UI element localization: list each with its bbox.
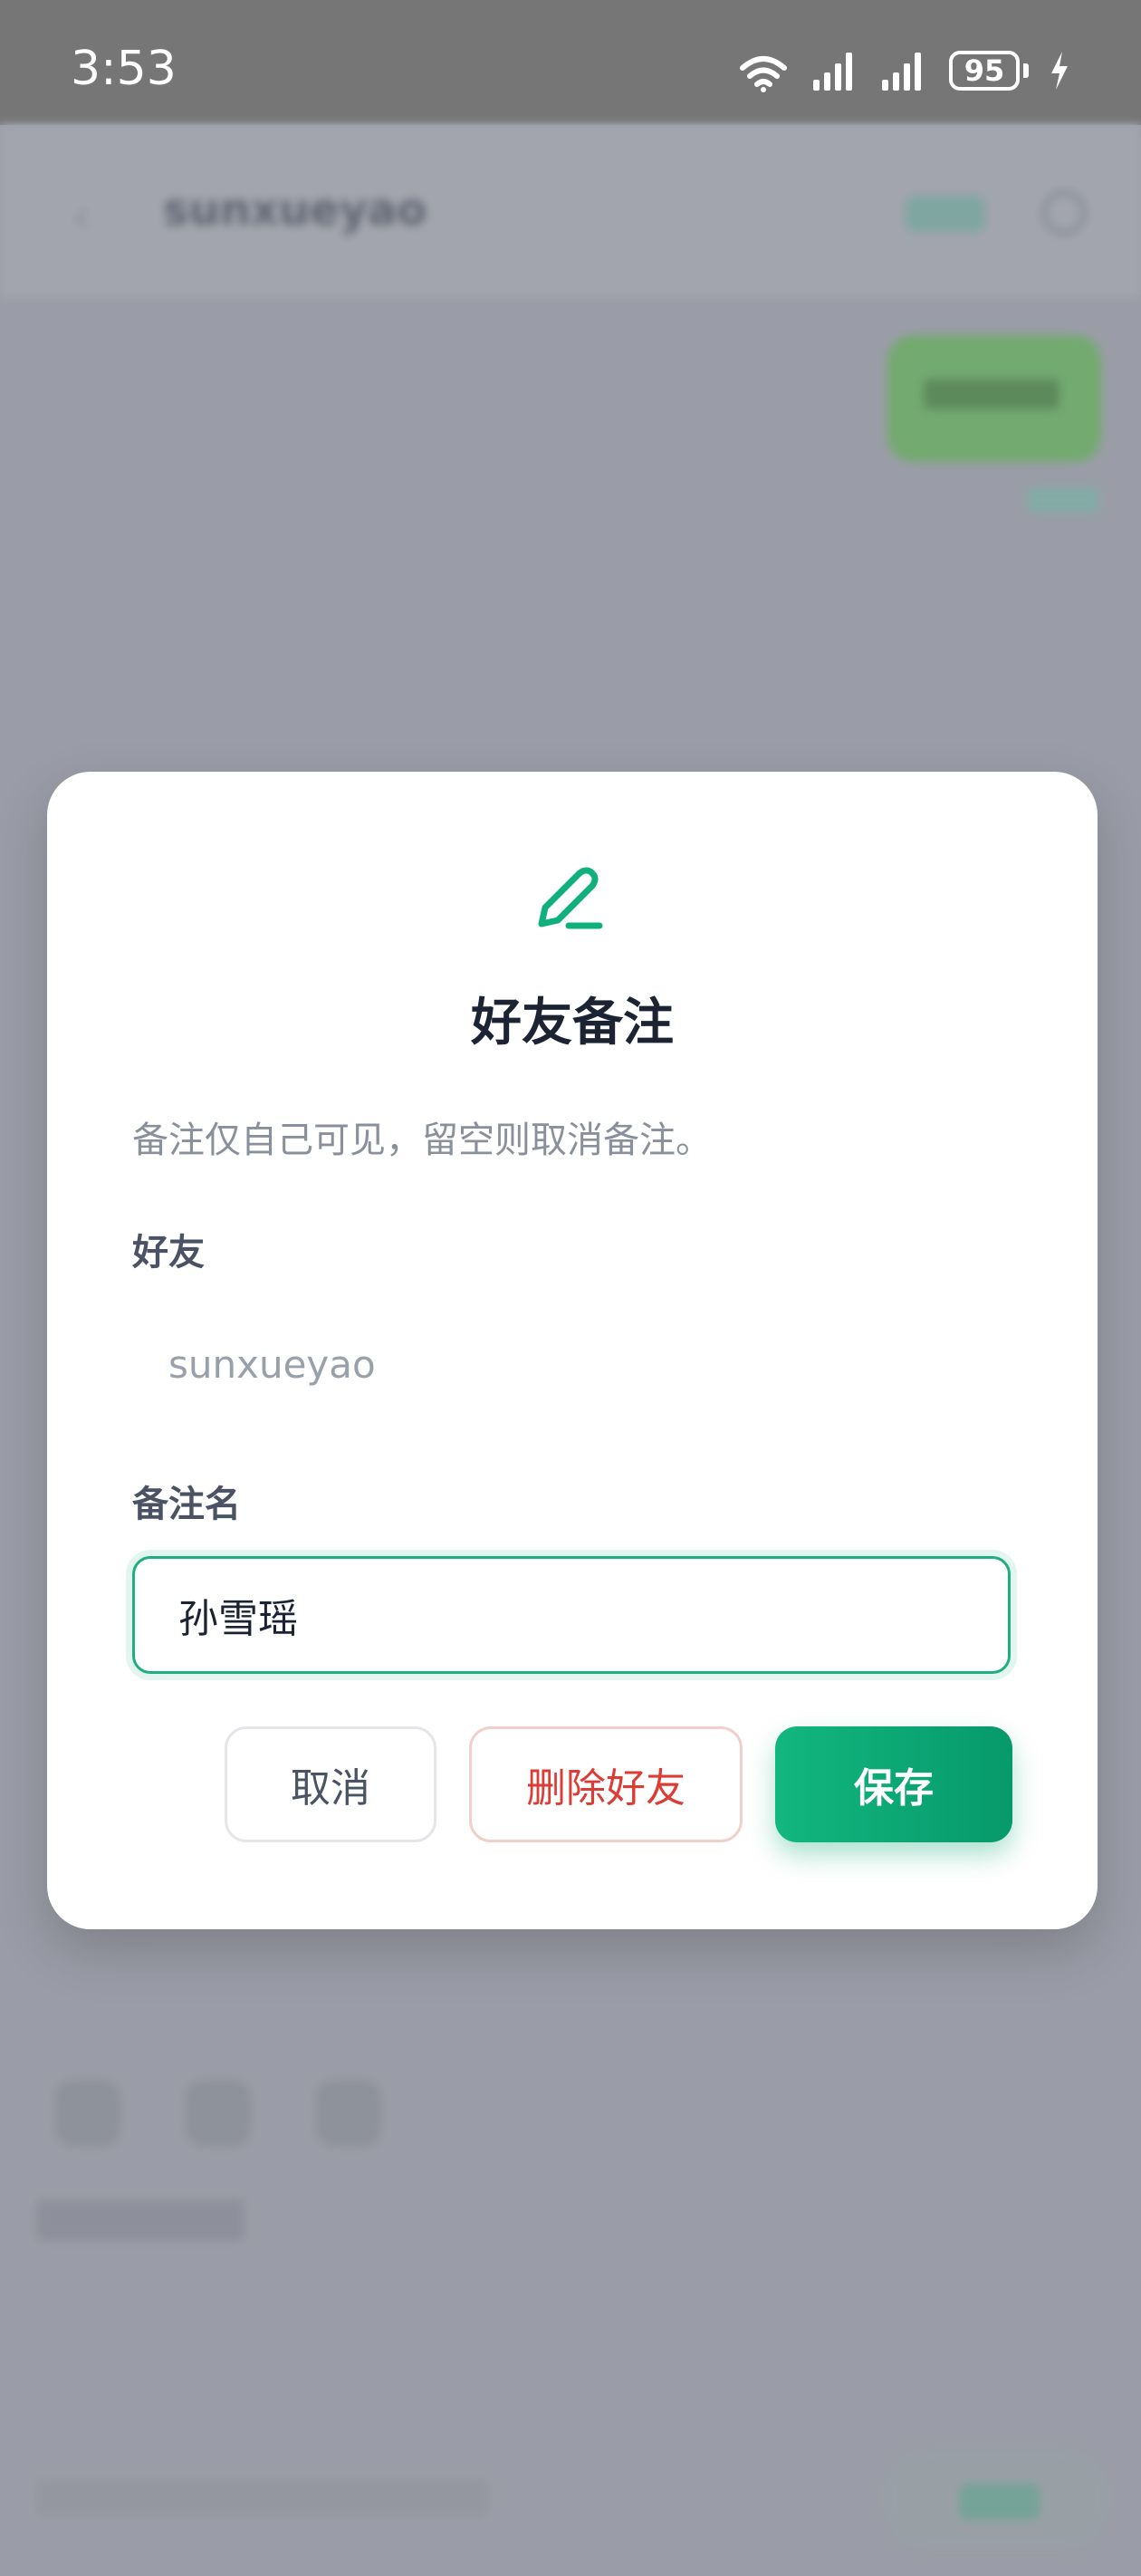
delete-friend-button[interactable]: 删除好友	[469, 1726, 743, 1842]
status-time: 3:53	[71, 42, 177, 96]
friend-name-value: sunxueyao	[168, 1342, 376, 1387]
signal-icon	[813, 53, 852, 91]
dialog-title: 好友备注	[471, 994, 674, 1053]
edit-icon	[538, 867, 603, 929]
signal-icon	[882, 53, 921, 91]
save-button[interactable]: 保存	[775, 1726, 1012, 1842]
battery-level: 95	[949, 51, 1020, 91]
remark-name-input[interactable]	[132, 1556, 1011, 1674]
battery-icon: 95	[949, 51, 1029, 91]
friend-remark-dialog: 好友备注 备注仅自己可见，留空则取消备注。 好友 sunxueyao 备注名 取…	[47, 772, 1098, 1929]
cancel-button[interactable]: 取消	[225, 1726, 436, 1842]
status-icons: 95	[735, 45, 1070, 96]
remark-label: 备注名	[132, 1484, 241, 1525]
charging-icon	[1051, 52, 1068, 90]
status-bar: 3:53 95	[0, 0, 1141, 125]
wifi-icon	[740, 56, 787, 92]
friend-label: 好友	[132, 1232, 205, 1274]
dialog-description: 备注仅自己可见，留空则取消备注。	[132, 1120, 712, 1161]
